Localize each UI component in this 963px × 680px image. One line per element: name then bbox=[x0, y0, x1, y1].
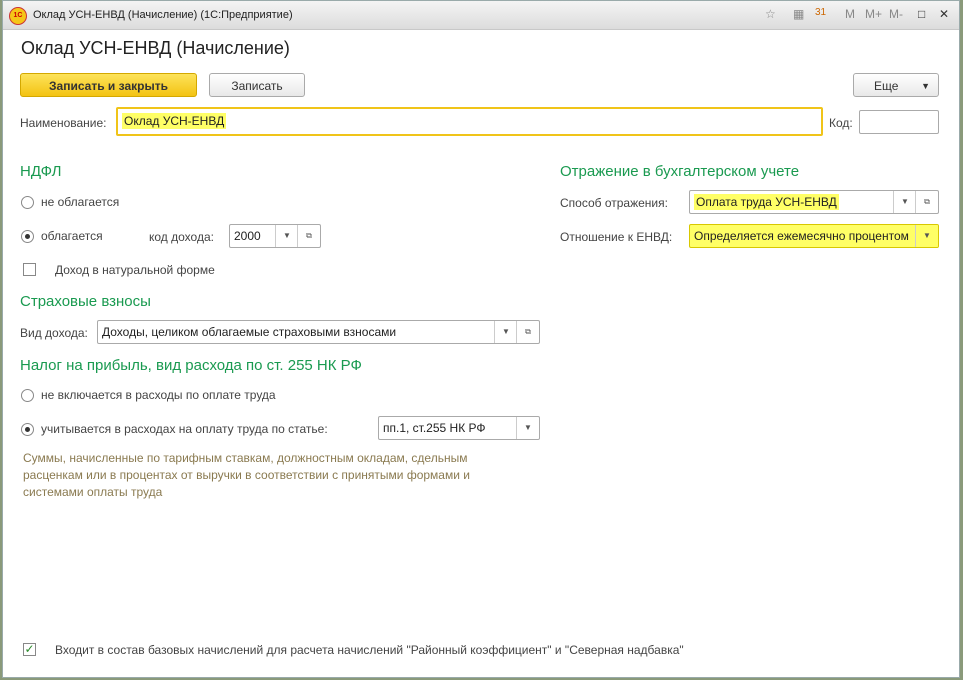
income-type-value: Доходы, целиком облагаемые страховыми вз… bbox=[102, 325, 397, 339]
income-type-label: Вид дохода: bbox=[20, 326, 88, 340]
chevron-down-icon[interactable]: ▼ bbox=[915, 225, 938, 247]
close-icon[interactable]: ✕ bbox=[939, 7, 949, 21]
chevron-down-icon: ▼ bbox=[921, 81, 930, 91]
open-icon[interactable]: ⧉ bbox=[516, 321, 539, 343]
name-input[interactable]: Оклад УСН-ЕНВД bbox=[116, 107, 823, 136]
in-kind-label: Доход в натуральной форме bbox=[55, 263, 215, 277]
not-included-radio[interactable] bbox=[21, 389, 34, 402]
save-button[interactable]: Записать bbox=[209, 73, 305, 97]
maximize-icon[interactable]: □ bbox=[918, 7, 925, 21]
name-value: Оклад УСН-ЕНВД bbox=[122, 113, 227, 129]
favorite-icon[interactable]: ☆ bbox=[765, 7, 776, 21]
memory-minus-icon[interactable]: M- bbox=[889, 7, 903, 21]
calculator-icon[interactable]: ▦ bbox=[793, 7, 804, 21]
code-input[interactable] bbox=[859, 110, 939, 134]
window-title: Оклад УСН-ЕНВД (Начисление) (1С:Предприя… bbox=[33, 9, 293, 21]
ndfl-not-taxed-label: не облагается bbox=[41, 195, 120, 209]
income-code-label: код дохода: bbox=[149, 230, 214, 244]
ndfl-taxed-radio[interactable] bbox=[21, 230, 34, 243]
profit-tax-heading: Налог на прибыль, вид расхода по ст. 255… bbox=[20, 357, 362, 374]
chevron-down-icon[interactable]: ▼ bbox=[516, 417, 539, 439]
memory-plus-icon[interactable]: M+ bbox=[865, 7, 882, 21]
income-type-select[interactable]: Доходы, целиком облагаемые страховыми вз… bbox=[97, 320, 540, 344]
method-value: Оплата труда УСН-ЕНВД bbox=[694, 194, 839, 210]
chevron-down-icon[interactable]: ▼ bbox=[275, 225, 298, 247]
income-code-select[interactable]: 2000 ▼ ⧉ bbox=[229, 224, 321, 248]
article-select[interactable]: пп.1, ст.255 НК РФ ▼ bbox=[378, 416, 540, 440]
income-code-value: 2000 bbox=[234, 229, 261, 243]
base-accruals-checkbox[interactable]: ✓ bbox=[23, 643, 36, 656]
in-kind-checkbox[interactable] bbox=[23, 263, 36, 276]
more-button[interactable]: Еще ▼ bbox=[853, 73, 939, 97]
accounting-heading: Отражение в бухгалтерском учете bbox=[560, 163, 800, 180]
not-included-label: не включается в расходы по оплате труда bbox=[41, 388, 276, 402]
title-bar: 1С Оклад УСН-ЕНВД (Начисление) (1С:Предп… bbox=[3, 1, 959, 30]
method-select[interactable]: Оплата труда УСН-ЕНВД ▼ ⧉ bbox=[689, 190, 939, 214]
included-radio[interactable] bbox=[21, 423, 34, 436]
ndfl-taxed-label: облагается bbox=[41, 229, 103, 243]
more-label: Еще bbox=[874, 79, 899, 93]
chevron-down-icon[interactable]: ▼ bbox=[494, 321, 517, 343]
page-title: Оклад УСН-ЕНВД (Начисление) bbox=[21, 38, 290, 58]
save-and-close-button[interactable]: Записать и закрыть bbox=[20, 73, 197, 97]
base-accruals-label: Входит в состав базовых начислений для р… bbox=[55, 643, 684, 657]
article-value: пп.1, ст.255 НК РФ bbox=[383, 421, 486, 435]
chevron-down-icon[interactable]: ▼ bbox=[893, 191, 916, 213]
ndfl-heading: НДФЛ bbox=[20, 163, 62, 180]
calendar-icon[interactable]: 31 bbox=[815, 7, 826, 18]
article-note: Суммы, начисленные по тарифным ставкам, … bbox=[23, 451, 470, 499]
insurance-heading: Страховые взносы bbox=[20, 293, 151, 310]
1c-logo-icon: 1С bbox=[9, 7, 27, 25]
form-window: 1С Оклад УСН-ЕНВД (Начисление) (1С:Предп… bbox=[2, 0, 960, 678]
open-icon[interactable]: ⧉ bbox=[915, 191, 938, 213]
name-label: Наименование: bbox=[20, 116, 107, 130]
ndfl-not-taxed-radio[interactable] bbox=[21, 196, 34, 209]
method-label: Способ отражения: bbox=[560, 196, 668, 210]
open-icon[interactable]: ⧉ bbox=[297, 225, 320, 247]
memory-icon[interactable]: M bbox=[845, 7, 855, 21]
code-label: Код: bbox=[829, 116, 853, 130]
envd-value: Определяется ежемесячно процентом bbox=[694, 229, 909, 243]
envd-label: Отношение к ЕНВД: bbox=[560, 230, 673, 244]
envd-select[interactable]: Определяется ежемесячно процентом ▼ bbox=[689, 224, 939, 248]
included-label: учитывается в расходах на оплату труда п… bbox=[41, 422, 328, 436]
